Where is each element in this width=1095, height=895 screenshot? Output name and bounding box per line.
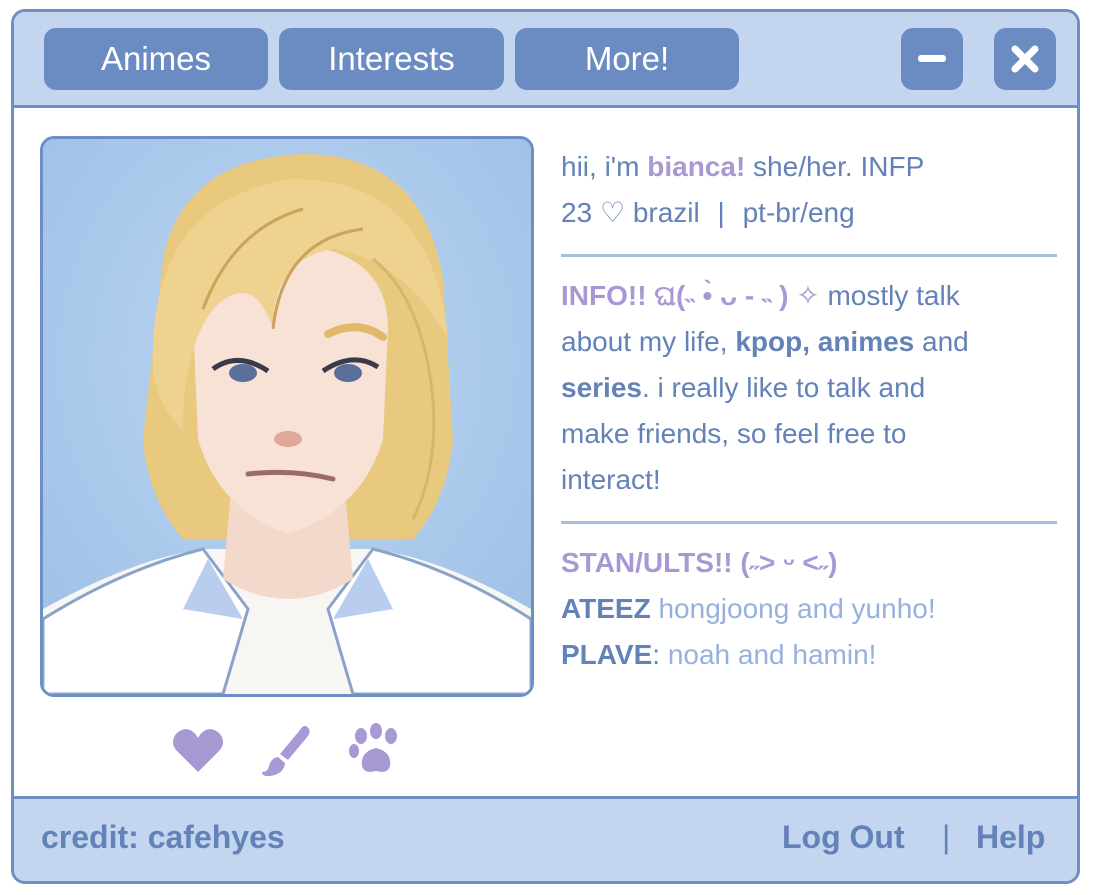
age: 23 bbox=[561, 197, 593, 228]
minimize-icon bbox=[918, 55, 946, 62]
close-button[interactable] bbox=[994, 28, 1056, 90]
country: brazil bbox=[625, 197, 700, 228]
details-separator: | bbox=[717, 197, 725, 228]
avatar bbox=[40, 136, 534, 697]
info-highlight: kpop, animes bbox=[735, 326, 915, 357]
group-members: hongjoong and yunho! bbox=[650, 593, 936, 624]
info-text: make friends, so feel free to bbox=[561, 418, 907, 449]
close-icon bbox=[1011, 45, 1039, 73]
paintbrush-icon[interactable] bbox=[258, 722, 314, 778]
languages: pt-br/eng bbox=[742, 197, 855, 228]
group-members: noah and hamin! bbox=[660, 639, 877, 670]
heart-outline-icon: ♡ bbox=[599, 197, 626, 228]
footer-separator: | bbox=[942, 819, 951, 855]
group-name: ATEEZ bbox=[561, 593, 651, 624]
heart-icon[interactable] bbox=[170, 722, 226, 778]
info-text: interact! bbox=[561, 464, 661, 495]
tab-interests[interactable]: Interests bbox=[279, 28, 504, 90]
info-text: mostly talk bbox=[819, 280, 960, 311]
logout-link[interactable]: Log Out bbox=[782, 819, 905, 856]
intro-prefix: hii, i'm bbox=[561, 151, 648, 182]
profile-name: bianca! bbox=[647, 151, 746, 182]
avatar-action-icons bbox=[170, 722, 410, 782]
stan-section: STAN/ULTS!! (˶˃ ᵕ ˂˶) ATEEZ hongjoong an… bbox=[561, 540, 1061, 678]
section-divider bbox=[561, 521, 1057, 524]
info-highlight: series bbox=[561, 372, 642, 403]
info-section: INFO!! ଘ(˵ •̀ ᴗ - ˵ ) ✧ mostly talk abou… bbox=[561, 273, 1061, 503]
minimize-button[interactable] bbox=[901, 28, 963, 90]
info-text: and bbox=[914, 326, 969, 357]
group-colon: : bbox=[652, 639, 661, 670]
credit-text: credit: cafehyes bbox=[41, 819, 285, 855]
help-link[interactable]: Help bbox=[976, 819, 1045, 856]
details-line: 23 ♡ brazil | pt-br/eng bbox=[561, 190, 1061, 236]
avatar-illustration bbox=[43, 139, 531, 694]
section-divider bbox=[561, 254, 1057, 257]
group-name: PLAVE bbox=[561, 639, 653, 670]
title-bar: Animes Interests More! bbox=[14, 12, 1077, 108]
tab-more[interactable]: More! bbox=[515, 28, 739, 90]
intro-line: hii, i'm bianca! she/her. INFP bbox=[561, 144, 1061, 190]
footer-bar: credit: cafehyes Log Out | Help bbox=[14, 796, 1077, 881]
tab-animes[interactable]: Animes bbox=[44, 28, 268, 90]
stan-label: STAN/ULTS!! (˶˃ ᵕ ˂˶) bbox=[561, 547, 838, 578]
info-text: about my life, bbox=[561, 326, 736, 357]
profile-info: hii, i'm bianca! she/her. INFP 23 ♡ braz… bbox=[561, 144, 1061, 678]
info-text: . i really like to talk and bbox=[641, 372, 926, 403]
profile-window: Animes Interests More! hii, i'm bianca! … bbox=[11, 9, 1080, 884]
intro-suffix: she/her. INFP bbox=[745, 151, 925, 182]
paw-icon[interactable] bbox=[346, 722, 402, 778]
info-label: INFO!! ଘ(˵ •̀ ᴗ - ˵ ) ✧ bbox=[561, 280, 820, 311]
